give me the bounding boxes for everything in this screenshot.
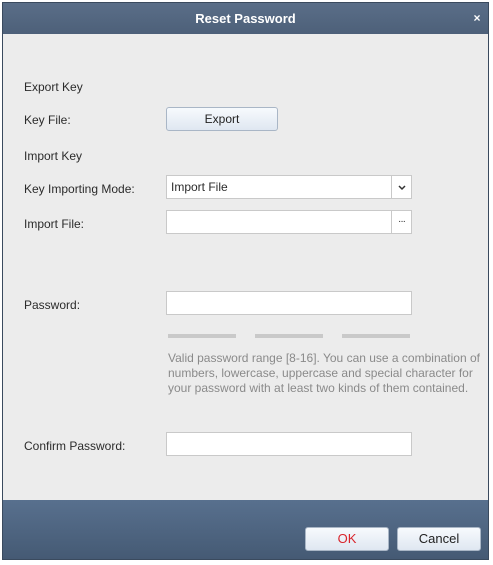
chevron-down-icon[interactable]	[391, 176, 411, 198]
confirm-password-label: Confirm Password:	[24, 439, 126, 453]
cancel-button[interactable]: Cancel	[397, 527, 481, 551]
confirm-password-input[interactable]	[166, 432, 412, 456]
dialog-footer: OK Cancel	[3, 500, 488, 559]
close-icon[interactable]: ×	[470, 3, 484, 34]
reset-password-dialog: Reset Password × Export Key Key File: Ex…	[2, 2, 489, 560]
export-key-heading: Export Key	[24, 80, 83, 94]
key-importing-mode-select[interactable]: Import File	[166, 175, 412, 199]
key-importing-mode-label: Key Importing Mode:	[24, 182, 135, 196]
password-label: Password:	[24, 298, 81, 312]
password-strength-segment-2	[255, 334, 323, 338]
import-file-field[interactable]: ···	[166, 210, 412, 234]
key-file-label: Key File:	[24, 113, 71, 127]
ellipsis-icon[interactable]: ···	[391, 211, 411, 233]
import-file-label: Import File:	[24, 217, 85, 231]
password-input[interactable]	[166, 291, 412, 315]
key-importing-mode-value: Import File	[171, 180, 228, 194]
password-hint: Valid password range [8-16]. You can use…	[168, 351, 480, 395]
dialog-title: Reset Password	[195, 11, 296, 26]
export-button[interactable]: Export	[166, 107, 278, 131]
import-key-heading: Import Key	[24, 149, 83, 163]
ok-button[interactable]: OK	[305, 527, 389, 551]
dialog-titlebar: Reset Password ×	[3, 3, 488, 34]
password-strength-segment-3	[342, 334, 410, 338]
password-strength-segment-1	[168, 334, 236, 338]
